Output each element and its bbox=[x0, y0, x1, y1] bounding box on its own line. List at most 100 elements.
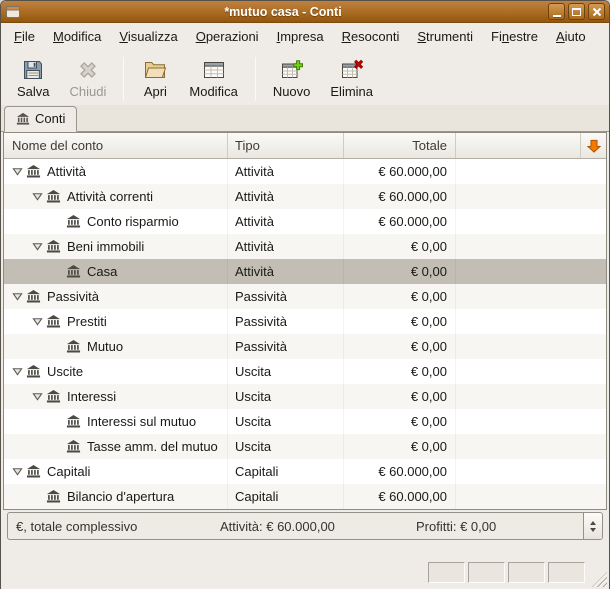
table-row[interactable]: Uscite Uscita € 0,00 bbox=[4, 359, 606, 384]
menu-strumenti[interactable]: Strumenti bbox=[408, 25, 482, 48]
row-filler bbox=[456, 359, 606, 384]
row-filler bbox=[456, 184, 606, 209]
table-row[interactable]: Interessi Uscita € 0,00 bbox=[4, 384, 606, 409]
row-filler bbox=[456, 484, 606, 509]
tab-label: Conti bbox=[35, 111, 65, 126]
maximize-button[interactable] bbox=[568, 3, 585, 20]
table-row[interactable]: Interessi sul mutuo Uscita € 0,00 bbox=[4, 409, 606, 434]
close-tab-button: Chiudi bbox=[60, 53, 117, 103]
menu-modifica[interactable]: Modifica bbox=[44, 25, 110, 48]
accounts-icon bbox=[16, 112, 30, 126]
account-name: Casa bbox=[87, 264, 117, 279]
table-row[interactable]: Casa Attività € 0,00 bbox=[4, 259, 606, 284]
table-row[interactable]: Passività Passività € 0,00 bbox=[4, 284, 606, 309]
account-name: Uscite bbox=[47, 364, 83, 379]
table-row[interactable]: Attività Attività € 60.000,00 bbox=[4, 159, 606, 184]
account-name: Interessi sul mutuo bbox=[87, 414, 196, 429]
expander-icon[interactable] bbox=[10, 366, 25, 377]
account-total: € 0,00 bbox=[344, 309, 456, 334]
table-row[interactable]: Prestiti Passività € 0,00 bbox=[4, 309, 606, 334]
account-icon bbox=[65, 264, 81, 280]
menu-impresa[interactable]: Impresa bbox=[268, 25, 333, 48]
status-bar bbox=[1, 544, 609, 589]
resize-grip[interactable] bbox=[592, 572, 607, 587]
maximize-icon bbox=[572, 8, 581, 16]
summary-profits: Profitti: € 0,00 bbox=[416, 519, 583, 534]
menu-visualizza[interactable]: Visualizza bbox=[110, 25, 186, 48]
account-icon bbox=[25, 364, 41, 380]
table-row[interactable]: Conto risparmio Attività € 60.000,00 bbox=[4, 209, 606, 234]
menu-finestre[interactable]: Finestre bbox=[482, 25, 547, 48]
column-menu-button[interactable] bbox=[580, 133, 606, 158]
account-total: € 60.000,00 bbox=[344, 184, 456, 209]
summary-stepper[interactable] bbox=[583, 513, 602, 539]
accounts-page: Nome del conto Tipo Totale bbox=[1, 132, 609, 544]
account-icon bbox=[65, 414, 81, 430]
account-total: € 60.000,00 bbox=[344, 209, 456, 234]
account-total: € 0,00 bbox=[344, 434, 456, 459]
account-type: Capitali bbox=[228, 484, 344, 509]
save-button[interactable]: Salva bbox=[7, 53, 60, 103]
account-total: € 0,00 bbox=[344, 359, 456, 384]
title-bar[interactable]: *mutuo casa - Conti bbox=[1, 1, 609, 23]
account-type: Uscita bbox=[228, 409, 344, 434]
menu-operazioni[interactable]: Operazioni bbox=[187, 25, 268, 48]
table-row[interactable]: Capitali Capitali € 60.000,00 bbox=[4, 459, 606, 484]
indent bbox=[4, 421, 50, 422]
table-row[interactable]: Mutuo Passività € 0,00 bbox=[4, 334, 606, 359]
account-type: Uscita bbox=[228, 359, 344, 384]
menu-bar: File Modifica Visualizza Operazioni Impr… bbox=[1, 23, 609, 49]
menu-aiuto[interactable]: Aiuto bbox=[547, 25, 595, 48]
expander-icon[interactable] bbox=[30, 191, 45, 202]
tab-strip: Conti bbox=[1, 105, 609, 132]
row-filler bbox=[456, 334, 606, 359]
expander-icon[interactable] bbox=[10, 166, 25, 177]
expander-icon[interactable] bbox=[30, 241, 45, 252]
minimize-button[interactable] bbox=[548, 3, 565, 20]
delete-account-button[interactable]: Elimina bbox=[320, 53, 383, 103]
row-filler bbox=[456, 209, 606, 234]
tab-conti[interactable]: Conti bbox=[4, 106, 77, 132]
open-button[interactable]: Apri bbox=[131, 53, 179, 103]
open-folder-icon bbox=[143, 58, 167, 82]
column-header-total[interactable]: Totale bbox=[344, 133, 456, 158]
account-type: Capitali bbox=[228, 459, 344, 484]
table-row[interactable]: Bilancio d'apertura Capitali € 60.000,00 bbox=[4, 484, 606, 509]
expander-icon[interactable] bbox=[30, 316, 45, 327]
account-total: € 60.000,00 bbox=[344, 159, 456, 184]
table-row[interactable]: Attività correnti Attività € 60.000,00 bbox=[4, 184, 606, 209]
edit-account-icon bbox=[202, 58, 226, 82]
expander-icon[interactable] bbox=[10, 291, 25, 302]
indent bbox=[4, 396, 30, 397]
account-name: Beni immobili bbox=[67, 239, 144, 254]
row-filler bbox=[456, 409, 606, 434]
close-icon bbox=[592, 7, 602, 17]
expander-icon[interactable] bbox=[30, 391, 45, 402]
minimize-icon bbox=[553, 15, 561, 17]
account-type: Passività bbox=[228, 284, 344, 309]
expander-icon[interactable] bbox=[10, 466, 25, 477]
column-header-type[interactable]: Tipo bbox=[228, 133, 344, 158]
new-account-button[interactable]: Nuovo bbox=[263, 53, 321, 103]
account-name: Interessi bbox=[67, 389, 116, 404]
account-icon bbox=[45, 189, 61, 205]
close-button[interactable] bbox=[588, 3, 605, 20]
account-name: Conto risparmio bbox=[87, 214, 179, 229]
statusbar-cell bbox=[468, 562, 505, 583]
account-total: € 0,00 bbox=[344, 284, 456, 309]
menu-file[interactable]: File bbox=[5, 25, 44, 48]
edit-account-label: Modifica bbox=[189, 84, 237, 99]
window-menu-icon[interactable] bbox=[5, 4, 21, 20]
menu-resoconti[interactable]: Resoconti bbox=[333, 25, 409, 48]
column-header-name[interactable]: Nome del conto bbox=[4, 133, 228, 158]
table-row[interactable]: Tasse amm. del mutuo Uscita € 0,00 bbox=[4, 434, 606, 459]
table-row[interactable]: Beni immobili Attività € 0,00 bbox=[4, 234, 606, 259]
row-filler bbox=[456, 259, 606, 284]
row-filler bbox=[456, 234, 606, 259]
edit-account-button[interactable]: Modifica bbox=[179, 53, 247, 103]
account-name: Tasse amm. del mutuo bbox=[87, 439, 218, 454]
account-type: Attività bbox=[228, 209, 344, 234]
delete-account-icon bbox=[340, 58, 364, 82]
column-header-filler bbox=[456, 133, 580, 158]
indent bbox=[4, 246, 30, 247]
